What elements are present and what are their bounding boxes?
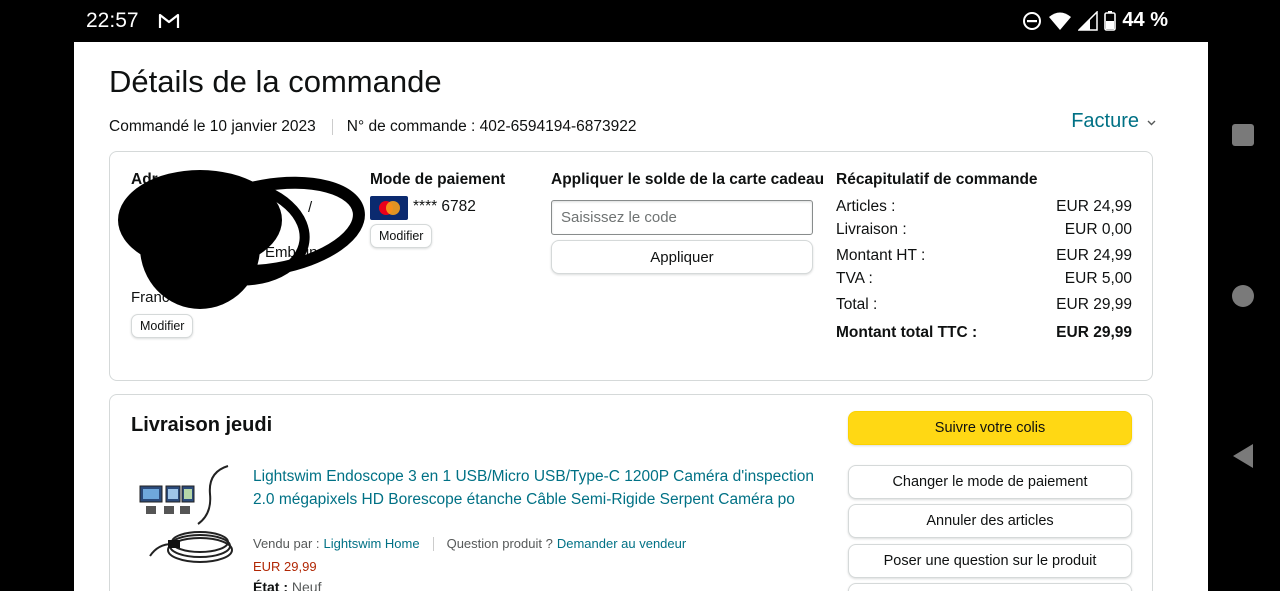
seller-info: Vendu par : Lightswim Home Question prod… (253, 536, 686, 551)
product-title-link[interactable]: Lightswim Endoscope 3 en 1 USB/Micro USB… (253, 465, 823, 511)
gift-card-heading: Appliquer le solde de la carte cadeau (551, 171, 825, 188)
change-payment-button[interactable]: Changer le mode de paiement (848, 465, 1132, 499)
wifi-icon (1049, 12, 1072, 30)
summary-label: Montant HT : (836, 247, 926, 265)
payment-heading: Mode de paiement (370, 171, 506, 188)
mastercard-icon (370, 196, 408, 220)
device-left-bezel (0, 0, 74, 591)
summary-heading: Récapitulatif de commande (836, 171, 1038, 188)
order-summary: Articles : EUR 24,99 Livraison : EUR 0,0… (836, 196, 1132, 344)
summary-row: Articles : EUR 24,99 (836, 196, 1132, 219)
summary-label: Articles : (836, 198, 896, 216)
cancel-items-button[interactable]: Annuler des articles (848, 504, 1132, 538)
summary-label: Livraison : (836, 220, 907, 238)
do-not-disturb-icon (1023, 11, 1042, 30)
seller-divider (432, 536, 434, 551)
more-actions-button[interactable] (848, 583, 1132, 591)
gift-code-input[interactable] (551, 200, 813, 235)
summary-row: Livraison : EUR 0,00 (836, 219, 1132, 242)
invoice-label: Facture (1071, 110, 1139, 132)
edit-address-button[interactable]: Modifier (131, 314, 194, 338)
summary-label: Montant total TTC : (836, 323, 978, 341)
delivery-card: Livraison jeudi Lightswim Endoscope 3 en… (109, 394, 1153, 591)
page-title: Détails de la commande (109, 64, 442, 99)
product-image[interactable] (138, 464, 236, 568)
status-time: 22:57 (86, 9, 139, 32)
delivery-title: Livraison jeudi (131, 414, 273, 436)
card-digits: **** 6782 (413, 198, 476, 215)
order-info-card: Adr / Embrun Franc Modifier Mode de paie… (109, 151, 1153, 381)
ask-seller-link[interactable]: Demander au vendeur (557, 536, 686, 551)
back-nav-icon[interactable] (1233, 444, 1253, 468)
redaction-scribble (118, 170, 365, 309)
invoice-dropdown[interactable]: Facture (1071, 110, 1156, 133)
meta-divider (331, 119, 333, 135)
summary-value: EUR 29,99 (1056, 323, 1132, 341)
condition-value: Neuf (291, 579, 322, 591)
summary-value: EUR 24,99 (1056, 247, 1132, 265)
summary-value: EUR 29,99 (1056, 296, 1132, 314)
signal-icon (1078, 10, 1099, 31)
battery-percent: 44 % (1122, 9, 1168, 31)
product-price: EUR 29,99 (253, 559, 317, 574)
summary-label: Total : (836, 296, 878, 314)
chevron-down-icon (1147, 120, 1156, 126)
summary-value: EUR 24,99 (1056, 198, 1132, 216)
order-date: Commandé le 10 janvier 2023 (109, 118, 316, 135)
ask-question-button[interactable]: Poser une question sur le produit (848, 544, 1132, 578)
summary-label: TVA : (836, 269, 873, 287)
home-nav-icon[interactable] (1232, 285, 1254, 307)
product-condition: État : Neuf (253, 579, 321, 591)
seller-link[interactable]: Lightswim Home (324, 536, 420, 551)
sold-by-label: Vendu par : (253, 536, 320, 551)
summary-row: Total : EUR 29,99 (836, 294, 1132, 317)
summary-total-row: Montant total TTC : EUR 29,99 (836, 322, 1132, 345)
question-label: Question produit ? (446, 536, 553, 551)
summary-value: EUR 0,00 (1064, 220, 1132, 238)
order-number: N° de commande : 402-6594194-6873922 (346, 118, 637, 135)
edit-payment-button[interactable]: Modifier (370, 224, 433, 248)
gmail-icon (158, 13, 180, 28)
condition-label: État : (253, 579, 288, 591)
recents-nav-icon[interactable] (1232, 124, 1254, 146)
summary-row: Montant HT : EUR 24,99 (836, 245, 1132, 268)
summary-row: TVA : EUR 5,00 (836, 268, 1132, 291)
status-bar: 22:57 44 % (74, 0, 1208, 42)
summary-value: EUR 5,00 (1064, 269, 1132, 287)
battery-icon (1104, 10, 1117, 31)
apply-gift-button[interactable]: Appliquer (551, 240, 813, 274)
order-details-page: Détails de la commande Commandé le 10 ja… (74, 42, 1208, 591)
order-meta: Commandé le 10 janvier 2023 N° de comman… (109, 118, 637, 136)
track-package-button[interactable]: Suivre votre colis (848, 411, 1132, 445)
